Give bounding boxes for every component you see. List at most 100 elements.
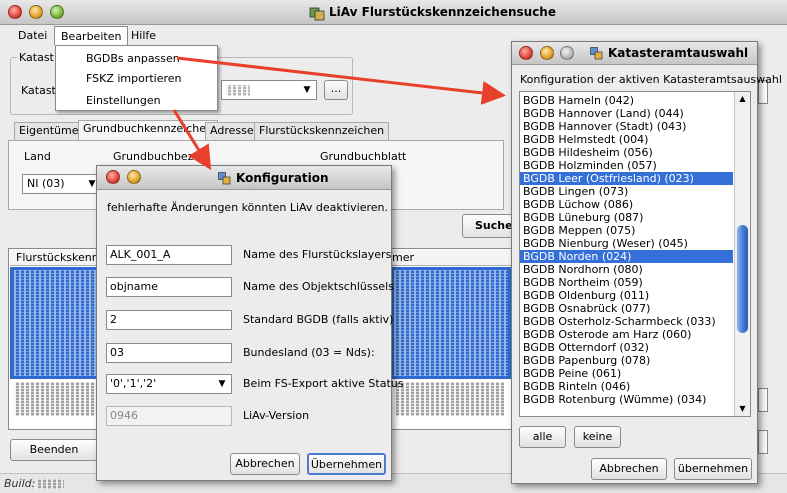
object-key-label: Name des Objektschlüssels [243,280,394,293]
config-app-icon [218,172,231,185]
list-item[interactable]: BGDB Peine (061) [520,367,733,380]
list-item[interactable]: BGDB Lüchow (086) [520,198,733,211]
layer-name-label: Name des Flurstückslayers [243,248,392,261]
default-bgdb-field[interactable]: 2 [106,310,232,330]
select-all-button[interactable]: alle [519,426,566,448]
list-item[interactable]: BGDB Otterndorf (032) [520,341,733,354]
list-item[interactable]: BGDB Norden (024) [520,250,733,263]
object-key-field[interactable]: objname [106,277,232,297]
minimize-window-icon[interactable] [540,46,554,60]
config-titlebar: Konfiguration [97,166,391,190]
list-item[interactable]: BGDB Oldenburg (011) [520,289,733,302]
list-item[interactable]: BGDB Osnabrück (077) [520,302,733,315]
app-title: LiAv Flurstückskennzeichensuche [329,5,556,19]
tab-adresse[interactable]: Adresse [205,122,259,140]
tab-flurstueckskennzeichen[interactable]: Flurstückskennzeichen [254,122,390,140]
obscured-control [758,388,768,412]
close-window-icon[interactable] [8,5,22,19]
quit-button[interactable]: Beenden [10,439,98,461]
kataster-list-rows: BGDB Hameln (042) BGDB Hannover (Land) (0… [520,94,733,406]
grid-column-header[interactable]: Flurstückskennz [10,250,102,266]
minimize-window-icon[interactable] [127,170,141,184]
group-title: Katast [17,51,56,64]
kataster-list[interactable]: BGDB Hameln (042) BGDB Hannover (Land) (0… [519,91,751,417]
censored-data [14,270,98,376]
close-window-icon[interactable] [106,170,120,184]
app-icon [309,7,325,21]
layer-name-field[interactable]: ALK_001_A [106,245,232,265]
censored-data [394,382,504,416]
list-item[interactable]: BGDB Rinteln (046) [520,380,733,393]
censored-data [394,270,508,376]
menu-item-settings[interactable]: Einstellungen [86,91,161,111]
list-item[interactable]: BGDB Hannover (Stadt) (043) [520,120,733,133]
scroll-down-icon[interactable]: ▼ [735,402,750,416]
config-warning: fehlerhafte Änderungen könnten LiAv deak… [107,201,389,214]
close-window-icon[interactable] [519,46,533,60]
zoom-window-icon[interactable] [560,46,574,60]
tab-eigentuemer[interactable]: Eigentümer [14,122,89,140]
censored-data [14,382,98,416]
list-item[interactable]: BGDB Hameln (042) [520,94,733,107]
list-item[interactable]: BGDB Hannover (Land) (044) [520,107,733,120]
katasteramt-select[interactable]: ▼ [221,80,317,100]
default-bgdb-label: Standard BGDB (falls aktiv) [243,313,394,326]
menu-item-fskz-import[interactable]: FSKZ importieren [86,69,182,89]
list-item[interactable]: BGDB Osterholz-Scharmbeck (033) [520,315,733,328]
list-item[interactable]: BGDB Osterode am Harz (060) [520,328,733,341]
menu-item-bgdbs[interactable]: BGDBs anpassen [86,49,180,69]
search-button[interactable]: Suche [462,214,514,238]
liav-version-label: LiAv-Version [243,409,310,422]
grundbuchblatt-label: Grundbuchblatt [320,150,407,163]
censored-build-number [36,479,64,489]
list-item[interactable]: BGDB Helmstedt (004) [520,133,733,146]
tab-grundbuchkennzeichen[interactable]: Grundbuchkennzeichen [78,120,218,140]
bundesland-field[interactable]: 03 [106,343,232,363]
list-item[interactable]: BGDB Holzminden (057) [520,159,733,172]
chevron-down-icon: ▼ [303,85,311,95]
list-item[interactable]: BGDB Lingen (073) [520,185,733,198]
config-cancel-button[interactable]: Abbrechen [230,453,300,475]
land-select[interactable]: NI (03) ▼ [22,174,102,194]
kataster-scrollbar[interactable]: ▲ ▼ [734,92,750,416]
obscured-control [758,430,768,454]
liav-version-field: 0946 [106,406,232,426]
land-value: NI (03) [27,177,65,190]
build-label: Build: [4,477,36,490]
main-titlebar: LiAv Flurstückskennzeichensuche [0,0,787,25]
list-item[interactable]: BGDB Meppen (075) [520,224,733,237]
select-none-button[interactable]: keine [574,426,621,448]
kataster-app-icon [590,47,603,60]
list-item[interactable]: BGDB Leer (Ostfriesland) (023) [520,172,733,185]
censored-value [226,85,250,96]
menu-edit[interactable]: Bearbeiten [54,26,129,45]
config-title: Konfiguration [236,171,329,185]
list-item[interactable]: BGDB Hildesheim (056) [520,146,733,159]
scroll-thumb[interactable] [737,225,748,333]
list-item[interactable]: BGDB Nienburg (Weser) (045) [520,237,733,250]
kataster-window: Katasteramtauswahl Konfiguration der akt… [511,41,782,484]
kataster-cancel-button[interactable]: Abbrechen [591,458,667,480]
list-item[interactable]: BGDB Northeim (059) [520,276,733,289]
export-status-label: Beim FS-Export aktive Status [243,377,404,390]
kataster-apply-button[interactable]: übernehmen [674,458,752,480]
config-apply-button[interactable]: Übernehmen [307,453,386,475]
kataster-titlebar: Katasteramtauswahl [512,42,757,65]
land-label: Land [24,150,51,163]
scroll-up-icon[interactable]: ▲ [735,92,750,106]
list-item[interactable]: BGDB Nordhorn (080) [520,263,733,276]
grundbuchbezirk-label: Grundbuchbezirk [113,150,208,163]
list-item[interactable]: BGDB Lüneburg (087) [520,211,733,224]
chevron-down-icon: ▼ [218,379,226,389]
minimize-window-icon[interactable] [29,5,43,19]
list-item[interactable]: BGDB Rotenburg (Wümme) (034) [520,393,733,406]
menu-file[interactable]: Datei [12,26,53,45]
bundesland-label: Bundesland (03 = Nds): [243,346,375,359]
kataster-title: Katasteramtauswahl [608,46,749,60]
export-status-select[interactable]: '0','1','2' ▼ [106,374,232,394]
browse-button[interactable]: ... [324,80,348,100]
grid-column-header[interactable]: mer [390,250,512,266]
list-item[interactable]: BGDB Papenburg (078) [520,354,733,367]
zoom-window-icon[interactable] [50,5,64,19]
menu-help[interactable]: Hilfe [125,26,162,45]
